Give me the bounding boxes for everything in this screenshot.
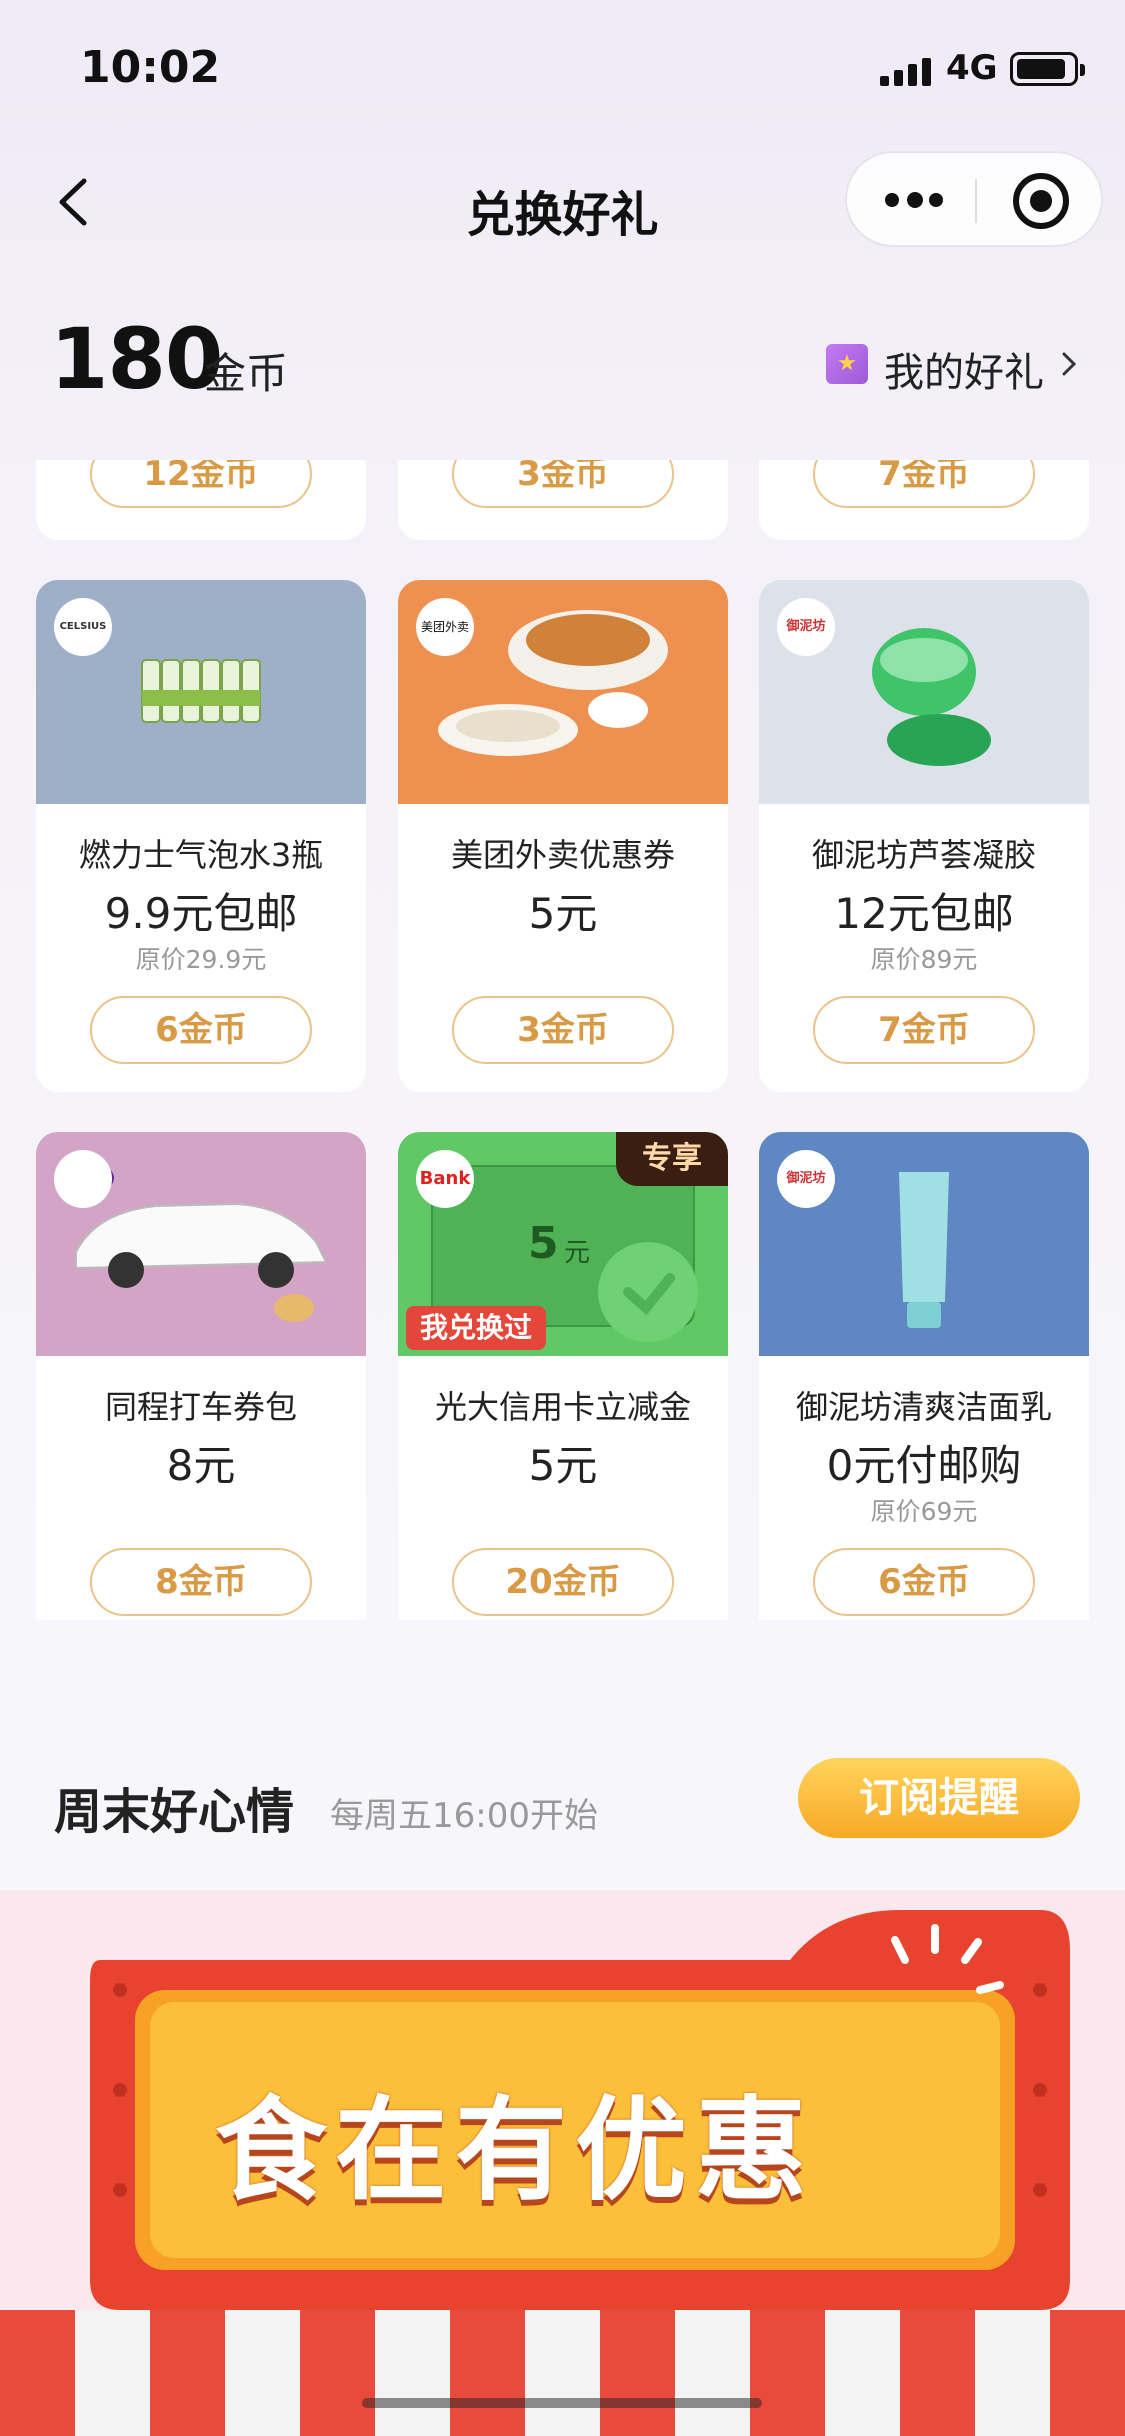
product-card[interactable]: 3金币 — [398, 460, 728, 540]
brand-logo — [54, 1150, 112, 1208]
original-price: 原价29.9元 — [135, 945, 267, 974]
product-name: 御泥坊清爽洁面乳 — [795, 1388, 1052, 1426]
redeem-button[interactable]: 7金币 — [813, 460, 1035, 508]
more-icon[interactable] — [885, 192, 943, 209]
product-price: 9.9元包邮 — [104, 889, 298, 938]
brand-logo: 御泥坊 — [777, 1150, 835, 1208]
product-price: 12元包邮 — [834, 889, 1014, 938]
product-grid[interactable]: 12金币 3金币 7金币 CELSIUS 燃力士气泡水3瓶 9.9元包邮 原价2… — [0, 460, 1125, 1620]
product-price: 0元付邮购 — [826, 1441, 1022, 1490]
product-price: 5元 — [528, 1441, 598, 1490]
signal-icon — [880, 58, 932, 86]
redeemed-tag: 我兑换过 — [406, 1306, 547, 1350]
product-name: 燃力士气泡水3瓶 — [78, 836, 324, 874]
product-price: 8元 — [166, 1441, 236, 1490]
status-bar: 10:02 4G — [0, 0, 1125, 135]
network-label: 4G — [946, 48, 998, 88]
coupon-unit: 元 — [564, 1238, 591, 1268]
product-name: 美团外卖优惠券 — [450, 836, 675, 874]
redeem-button[interactable]: 6金币 — [813, 1548, 1035, 1616]
product-card[interactable]: 御泥坊 御泥坊芦荟凝胶 12元包邮 原价89元 7金币 — [759, 580, 1089, 1092]
brand-logo: Bank — [416, 1150, 474, 1208]
section-title: 周末好心情 — [54, 1784, 295, 1840]
product-name: 同程打车券包 — [104, 1388, 297, 1426]
product-card[interactable]: 美团外卖 美团外卖优惠券 5元 3金币 — [398, 580, 728, 1092]
product-name: 光大信用卡立减金 — [434, 1388, 691, 1426]
capsule-divider — [975, 179, 977, 223]
redeem-button[interactable]: 3金币 — [452, 460, 674, 508]
product-card[interactable]: 5 元 专享 我兑换过 Bank 光大信用卡立减金 5元 20金币 — [398, 1132, 728, 1620]
gift-icon[interactable] — [826, 344, 868, 384]
redeem-button[interactable]: 8金币 — [90, 1548, 312, 1616]
chevron-right-icon[interactable] — [1060, 350, 1078, 378]
my-gifts-link[interactable]: 我的好礼 — [884, 340, 1044, 398]
brand-logo: 美团外卖 — [416, 598, 474, 656]
redeem-button[interactable]: 6金币 — [90, 996, 312, 1064]
mini-program-capsule — [845, 151, 1103, 247]
exclusive-tag: 专享 — [616, 1132, 728, 1186]
product-price: 5元 — [528, 889, 598, 938]
redeem-button[interactable]: 3金币 — [452, 996, 674, 1064]
weekend-section-header: 周末好心情 每周五16:00开始 订阅提醒 — [0, 1750, 1125, 1850]
original-price: 原价89元 — [870, 945, 978, 974]
home-indicator[interactable] — [362, 2398, 762, 2408]
product-name: 御泥坊芦荟凝胶 — [811, 836, 1036, 874]
original-price: 原价69元 — [870, 1497, 978, 1526]
banner-title: 食在有优惠 — [215, 2086, 815, 2216]
coupon-value: 5 — [528, 1218, 559, 1269]
coins-summary: 180 金币 我的好礼 — [0, 300, 1125, 408]
subscribe-reminder-button[interactable]: 订阅提醒 — [798, 1758, 1080, 1838]
section-subtitle: 每周五16:00开始 — [330, 1796, 598, 1836]
brand-logo: 御泥坊 — [777, 598, 835, 656]
coins-unit: 金币 — [204, 349, 289, 398]
coins-amount: 180 — [50, 310, 223, 408]
product-card[interactable]: CELSIUS 燃力士气泡水3瓶 9.9元包邮 原价29.9元 6金币 — [36, 580, 366, 1092]
nav-bar: 兑换好礼 — [0, 135, 1125, 265]
product-card[interactable]: 12金币 — [36, 460, 366, 540]
promo-banner[interactable]: 食在有优惠 — [0, 1890, 1125, 2436]
close-target-icon[interactable] — [1013, 173, 1069, 229]
redeem-button[interactable]: 12金币 — [90, 460, 312, 508]
status-time: 10:02 — [80, 42, 221, 93]
product-card[interactable]: 同程打车券包 8元 8金币 — [36, 1132, 366, 1620]
product-card[interactable]: 御泥坊 御泥坊清爽洁面乳 0元付邮购 原价69元 6金币 — [759, 1132, 1089, 1620]
brand-logo: CELSIUS — [54, 598, 112, 656]
redeem-button[interactable]: 7金币 — [813, 996, 1035, 1064]
redeem-button[interactable]: 20金币 — [452, 1548, 674, 1616]
product-card[interactable]: 7金币 — [759, 460, 1089, 540]
battery-icon — [1010, 52, 1085, 86]
